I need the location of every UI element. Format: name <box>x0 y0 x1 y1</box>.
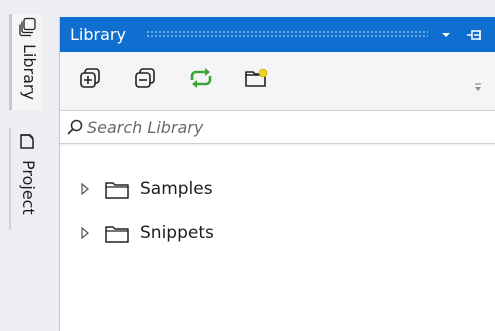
panel-title: Library <box>70 25 126 44</box>
folder-icon <box>105 182 129 199</box>
library-tree: Samples Snippets <box>60 146 495 331</box>
search-input[interactable] <box>87 114 487 140</box>
folder-icon <box>105 226 129 243</box>
titlebar-grip <box>146 30 428 38</box>
library-panel: Library Search Library Samples Snippets <box>59 17 495 331</box>
library-icon <box>19 17 36 37</box>
pin-icon[interactable] <box>464 26 484 44</box>
side-tab-library-label: Library <box>20 44 39 100</box>
tree-item-samples[interactable]: Samples <box>60 173 495 205</box>
collapse-all-icon <box>135 68 155 88</box>
tree-item-label: Samples <box>140 179 213 199</box>
side-tab-strip: Library Project <box>0 0 47 331</box>
expand-all-button[interactable] <box>76 64 104 92</box>
new-folder-button[interactable] <box>242 64 270 92</box>
overflow-icon[interactable] <box>472 80 484 94</box>
tool-window-root: Library Project Library Search Library S… <box>0 0 495 331</box>
chevron-down-icon[interactable] <box>438 27 454 43</box>
expand-all-icon <box>80 68 100 88</box>
search-icon <box>67 119 83 135</box>
refresh-button[interactable] <box>187 64 215 92</box>
side-tab-project-label: Project <box>19 160 38 215</box>
collapse-all-button[interactable] <box>131 64 159 92</box>
expand-arrow-icon[interactable] <box>80 227 90 239</box>
tree-item-label: Snippets <box>140 223 214 243</box>
search-box <box>60 110 495 144</box>
refresh-icon <box>190 68 212 88</box>
side-tab-project[interactable]: Project <box>9 128 42 230</box>
project-icon <box>20 134 34 149</box>
tree-item-snippets[interactable]: Snippets <box>60 217 495 249</box>
expand-arrow-icon[interactable] <box>80 183 90 195</box>
panel-titlebar[interactable]: Library <box>60 17 495 52</box>
new-folder-icon <box>245 68 268 87</box>
side-tab-library[interactable]: Library <box>9 14 42 110</box>
panel-toolbar <box>60 52 495 110</box>
